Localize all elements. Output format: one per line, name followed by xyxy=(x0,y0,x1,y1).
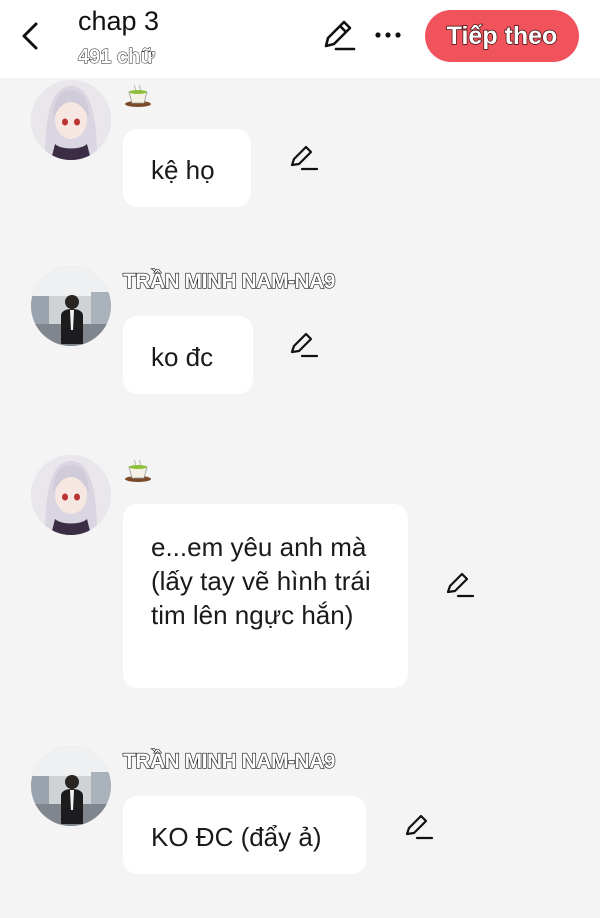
anime-girl-avatar xyxy=(31,455,111,535)
anime-girl-avatar xyxy=(31,80,111,160)
sender-name: TRẦN MINH NAM-NA9 xyxy=(122,269,336,293)
next-chapter-button[interactable]: Tiếp theo xyxy=(425,10,579,62)
message-bubble: ko đc xyxy=(123,316,253,394)
top-bar: chap 3 491 chữ Tiếp theo xyxy=(0,0,600,78)
pencil-icon[interactable] xyxy=(288,143,320,175)
pencil-icon[interactable] xyxy=(403,812,435,844)
tea-cup-icon xyxy=(123,84,153,108)
message-bubble: e...em yêu anh mà (lấy tay vẽ hình trái … xyxy=(123,504,408,688)
tea-cup-icon xyxy=(123,459,153,483)
chapter-title: chap 3 xyxy=(78,6,160,36)
man-in-suit-avatar xyxy=(31,266,111,346)
back-chevron-icon[interactable] xyxy=(14,18,48,54)
man-in-suit-avatar xyxy=(31,746,111,826)
message-bubble: kệ họ xyxy=(123,129,251,207)
more-dots-icon[interactable] xyxy=(370,20,406,50)
word-count: 491 chữ xyxy=(78,46,156,69)
sender-name: TRẦN MINH NAM-NA9 xyxy=(122,749,336,773)
pencil-icon[interactable] xyxy=(444,570,476,602)
pencil-icon[interactable] xyxy=(288,330,320,362)
pencil-icon[interactable] xyxy=(318,18,358,54)
message-bubble: KO ĐC (đẩy ả) xyxy=(123,796,366,874)
